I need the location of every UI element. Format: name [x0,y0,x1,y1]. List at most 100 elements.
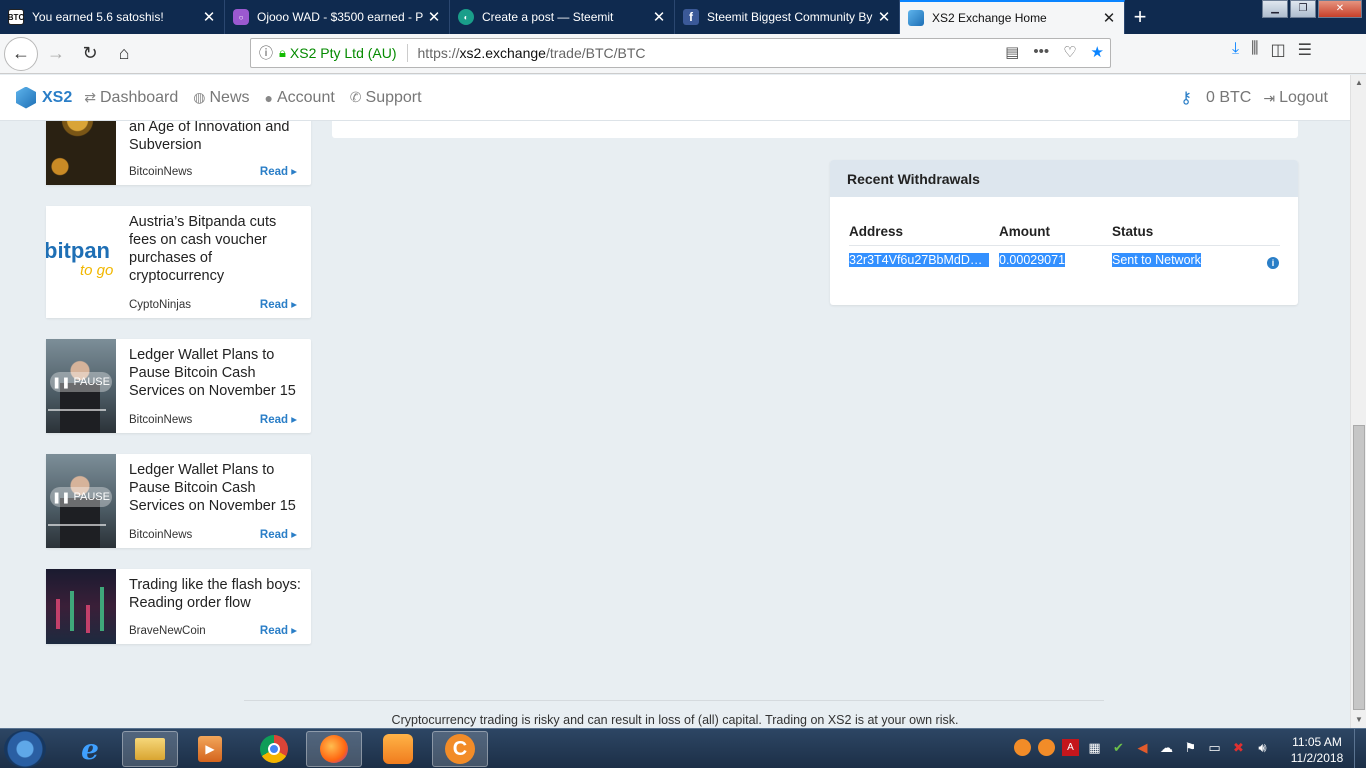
scroll-down-arrow-icon[interactable]: ▼ [1351,712,1366,728]
menu-icon[interactable]: ☰ [1298,40,1312,60]
speaker-app-icon[interactable]: ◀ [1134,739,1151,756]
reader-view-icon[interactable]: ▤ [1005,43,1019,61]
arrow-left-icon: ← [12,43,30,63]
display-icon[interactable]: ▭ [1206,739,1223,756]
tab-ojooo[interactable]: ○ Ojooo WAD - $3500 earned - P ✕ [225,0,450,34]
cloud-icon[interactable]: ☁ [1158,739,1175,756]
nav-dashboard[interactable]: ⇄ Dashboard [84,89,178,107]
withdrawal-amount[interactable]: 0.00029071 [999,252,1066,267]
info-icon[interactable]: ⓘ [259,43,273,63]
close-icon[interactable]: ✕ [1100,9,1118,27]
network-adapter-icon[interactable]: ▦ [1086,739,1103,756]
pocket-icon[interactable]: ♡ [1063,43,1076,61]
tray-app-icon[interactable] [1038,739,1055,756]
read-link[interactable]: Read ▸ [260,297,297,311]
tab-title: XS2 Exchange Home [932,11,1047,25]
withdrawal-address[interactable]: 32r3T4Vf6u27BbMdDa… [849,252,989,267]
lock-icon[interactable]: 🔒︎ [279,45,286,61]
vertical-scrollbar[interactable]: ▲ ▼ [1350,75,1366,728]
address-cell: 32r3T4Vf6u27BbMdDa… [849,252,999,270]
taskbar-internet-explorer[interactable]: e [62,731,118,767]
tab-xs2-exchange[interactable]: XS2 Exchange Home ✕ [900,0,1125,34]
close-icon[interactable]: ✕ [200,8,218,26]
nav-news[interactable]: ◍ News [193,89,249,107]
close-icon[interactable]: ✕ [425,8,443,26]
scroll-up-arrow-icon[interactable]: ▲ [1351,75,1366,91]
news-title[interactable]: Austria’s Bitpanda cuts fees on cash vou… [129,213,303,285]
read-link[interactable]: Read ▸ [260,527,297,541]
balance[interactable]: 0 BTC [1206,89,1251,107]
news-card[interactable]: ❚❚ PAUSE Ledger Wallet Plans to Pause Bit… [46,339,311,433]
pause-icon: ❚❚ [52,376,71,389]
news-title[interactable]: Ledger Wallet Plans to Pause Bitcoin Cas… [129,346,303,400]
volume-icon[interactable]: 🔊︎ [1254,739,1271,756]
start-button[interactable] [4,730,46,768]
back-button[interactable]: ← [4,36,38,71]
news-title[interactable]: Ledger Wallet Plans to Pause Bitcoin Cas… [129,461,303,515]
security-icon[interactable]: ✔ [1110,739,1127,756]
nav-account[interactable]: ● Account [265,89,335,107]
address-bar[interactable]: ⓘ 🔒︎ XS2 Pty Ltd (AU) https://xs2.exchan… [250,38,1111,68]
taskbar-coin-app[interactable]: C [432,731,488,767]
site-identity[interactable]: XS2 Pty Ltd (AU) [290,45,397,61]
nav-label: Dashboard [99,88,179,106]
taskbar-file-explorer[interactable] [122,731,178,767]
bitpanda-logo-tagline: to go [80,262,114,279]
minimize-button[interactable]: ▁ [1262,0,1288,18]
show-desktop-button[interactable] [1354,729,1366,768]
info-circle-icon[interactable]: i [1267,256,1279,269]
xs2-logo[interactable]: XS2 [16,86,72,109]
library-icon[interactable]: ⫼ [1251,40,1258,60]
taskbar-media-player[interactable]: ▶ [182,731,238,767]
adobe-icon[interactable]: A [1062,739,1079,756]
nav-support[interactable]: ✆ Support [350,89,422,107]
action-center-flag-icon[interactable]: ⚑ [1182,739,1199,756]
page-actions-icon[interactable]: ••• [1033,43,1049,61]
pause-overlay: ❚❚ PAUSE [50,372,112,392]
sidebar-icon[interactable]: ◫ [1270,40,1285,60]
news-body: Trading like the flash boys: Reading ord… [116,569,311,644]
logout-link[interactable]: Logout [1279,89,1328,107]
news-card[interactable]: ❚❚ PAUSE Ledger Wallet Plans to Pause Bit… [46,454,311,548]
download-icon[interactable]: ⤓ [1232,40,1239,60]
network-disconnected-icon[interactable]: ✖ [1230,739,1247,756]
taskbar-uc-browser[interactable] [370,731,426,767]
home-icon: ⌂ [118,43,130,63]
news-title[interactable]: an Age of Innovation and Subversion [129,118,303,154]
status-cell: Sent to Network [1112,252,1252,270]
tab-satoshis[interactable]: BTC You earned 5.6 satoshis! ✕ [0,0,225,34]
facebook-favicon-icon: f [683,9,699,25]
read-link[interactable]: Read ▸ [260,412,297,426]
url-path: /trade/BTC/BTC [545,45,646,61]
news-title[interactable]: Trading like the flash boys: Reading ord… [129,576,303,612]
tray-app-icon[interactable] [1014,739,1031,756]
home-button[interactable]: ⌂ [108,38,140,70]
tab-steemit-post[interactable]: ◐ Create a post — Steemit ✕ [450,0,675,34]
scrollbar-thumb[interactable] [1353,425,1365,710]
bookmark-star-icon[interactable]: ★ [1091,43,1104,61]
column-header-amount: Amount [999,224,1050,239]
withdrawal-status[interactable]: Sent to Network [1112,252,1201,267]
news-card[interactable]: bitpan to go Austria’s Bitpanda cuts fee… [46,206,311,318]
read-link[interactable]: Read ▸ [260,623,297,637]
maximize-button[interactable]: ❐ [1290,0,1316,18]
user-icon: ● [264,89,273,106]
close-window-button[interactable]: ✕ [1318,0,1362,18]
pause-overlay: ❚❚ PAUSE [50,487,112,507]
key-icon[interactable]: ⚷ [1180,88,1192,108]
close-icon[interactable]: ✕ [875,8,893,26]
reload-button[interactable]: ↻ [74,38,106,70]
news-body: Ledger Wallet Plans to Pause Bitcoin Cas… [116,454,311,548]
tab-facebook[interactable]: f Steemit Biggest Community By ✕ [675,0,900,34]
forward-button[interactable]: → [40,38,72,70]
read-link[interactable]: Read ▸ [260,164,297,178]
new-tab-button[interactable]: + [1125,0,1155,34]
taskbar-chrome[interactable] [246,731,302,767]
news-card[interactable]: Trading like the flash boys: Reading ord… [46,569,311,644]
close-icon[interactable]: ✕ [650,8,668,26]
taskbar-firefox[interactable] [306,731,362,767]
system-clock[interactable]: 11:05 AM 11/2/2018 [1286,734,1348,766]
nav-label: Support [365,88,422,106]
panel-title: Recent Withdrawals [830,160,1298,197]
candle [56,599,60,629]
